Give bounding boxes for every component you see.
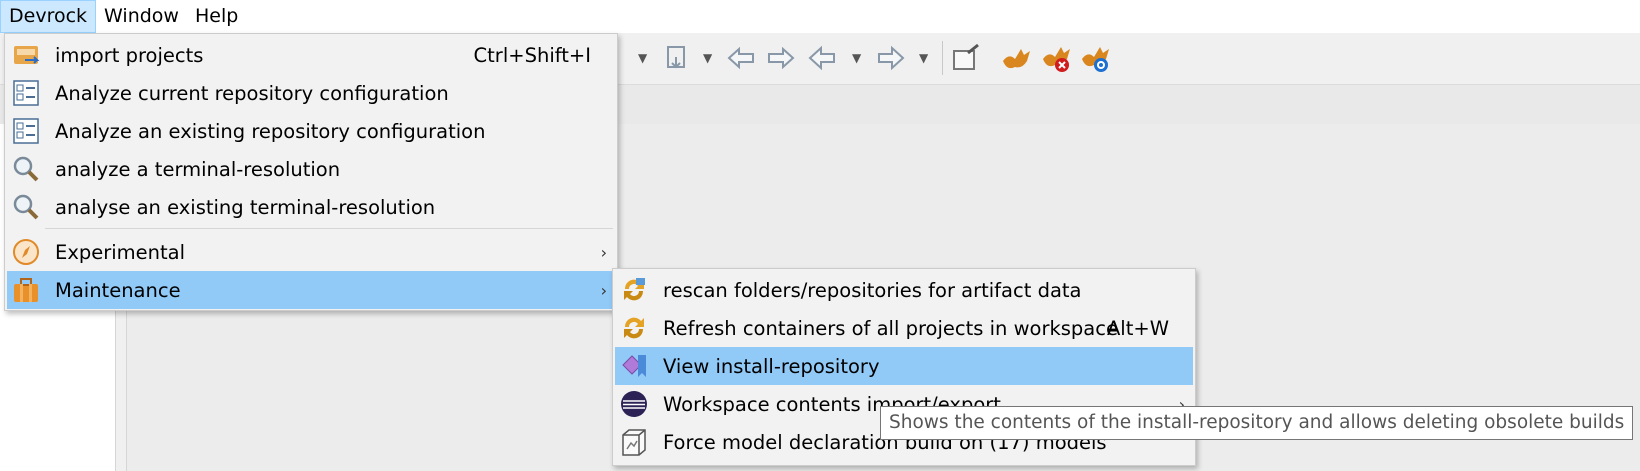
menu-item-label: rescan folders/repositories for artifact… — [663, 278, 1082, 302]
pin-editor-icon[interactable] — [952, 43, 984, 73]
last-edit-icon[interactable] — [664, 43, 692, 73]
menu-item-maintenance[interactable]: Maintenance › — [7, 271, 615, 309]
toolbar-separator — [942, 41, 943, 75]
tomcat-stop-icon[interactable] — [1040, 43, 1074, 73]
menu-bar: Devrock Window Help — [0, 0, 1640, 33]
menu-item-view-install-repository[interactable]: View install-repository — [615, 347, 1193, 385]
menu-item-experimental[interactable]: Experimental › — [7, 233, 615, 271]
magnifier-icon — [13, 156, 39, 182]
tomcat-icon[interactable] — [1000, 43, 1034, 73]
menu-item-accelerator: Alt+W — [1106, 316, 1169, 340]
menu-item-refresh-containers[interactable]: Refresh containers of all projects in wo… — [615, 309, 1193, 347]
dropdown-arrow-icon[interactable]: ▼ — [703, 43, 712, 73]
toolbox-icon — [14, 278, 38, 302]
tomcat-restart-icon[interactable] — [1079, 43, 1113, 73]
menu-item-analyze-existing-config[interactable]: Analyze an existing repository configura… — [7, 112, 615, 150]
dropdown-arrow-icon[interactable]: ▼ — [638, 43, 647, 73]
config-list-icon — [13, 118, 39, 144]
menu-item-rescan-folders[interactable]: rescan folders/repositories for artifact… — [615, 271, 1193, 309]
forward-arrow-icon[interactable] — [876, 43, 906, 73]
menu-item-analyse-existing-terminal-resolution[interactable]: analyse an existing terminal-resolution — [7, 188, 615, 226]
next-annotation-icon[interactable] — [763, 43, 797, 73]
config-list-icon — [13, 80, 39, 106]
menu-item-label: Analyze an existing repository configura… — [55, 119, 486, 143]
menu-help[interactable]: Help — [187, 0, 246, 33]
menu-window[interactable]: Window — [96, 0, 187, 33]
menu-item-label: Experimental — [55, 240, 186, 264]
menu-item-label: Refresh containers of all projects in wo… — [663, 316, 1118, 340]
menu-item-accelerator: Ctrl+Shift+I — [473, 43, 591, 67]
eclipse-icon — [621, 391, 647, 417]
dropdown-arrow-icon[interactable]: ▼ — [919, 43, 928, 73]
menu-devrock[interactable]: Devrock — [0, 0, 97, 33]
tooltip: Shows the contents of the install-reposi… — [880, 406, 1634, 440]
back-arrow-icon[interactable] — [807, 43, 837, 73]
menu-item-label: import projects — [55, 43, 204, 67]
menu-item-label: analyze a terminal-resolution — [55, 157, 341, 181]
prev-annotation-icon[interactable] — [725, 43, 759, 73]
menu-item-analyze-current-config[interactable]: Analyze current repository configuration — [7, 74, 615, 112]
magnifier-icon — [13, 194, 39, 220]
menu-separator — [45, 228, 613, 229]
gem-bookmark-icon — [622, 355, 646, 377]
menu-item-label: Maintenance — [55, 278, 181, 302]
menu-item-label: analyse an existing terminal-resolution — [55, 195, 436, 219]
submenu-arrow-icon: › — [600, 280, 607, 300]
refresh-icon — [624, 317, 644, 339]
build-box-icon — [622, 429, 646, 456]
devrock-menu: import projects Ctrl+Shift+I Analyze cur… — [4, 33, 618, 311]
dropdown-arrow-icon[interactable]: ▼ — [852, 43, 861, 73]
compass-icon — [13, 239, 39, 265]
menu-item-analyze-terminal-resolution[interactable]: analyze a terminal-resolution — [7, 150, 615, 188]
menu-item-import-projects[interactable]: import projects Ctrl+Shift+I — [7, 36, 615, 74]
menu-item-label: View install-repository — [663, 354, 880, 378]
menu-item-label: Analyze current repository configuration — [55, 81, 449, 105]
import-projects-icon — [14, 46, 40, 64]
submenu-arrow-icon: › — [600, 242, 607, 262]
rescan-icon — [624, 278, 645, 301]
